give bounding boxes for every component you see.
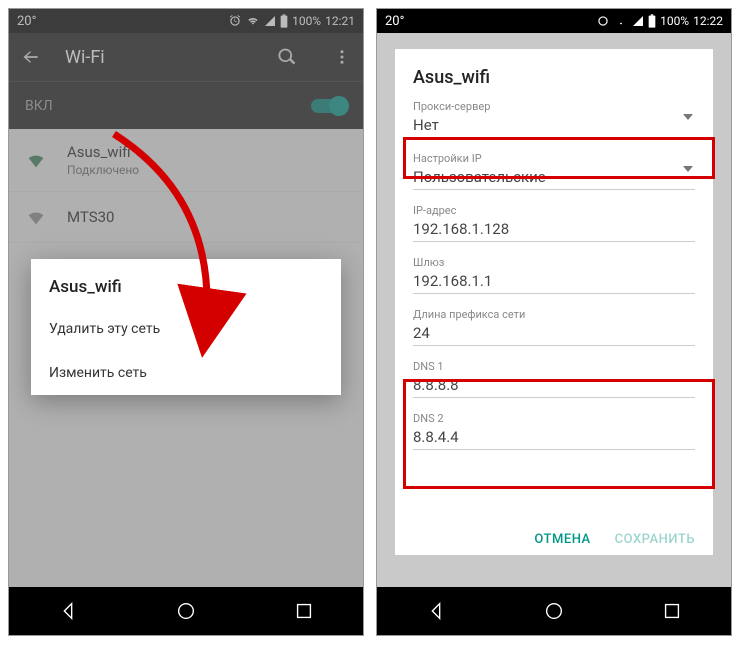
nav-back-icon[interactable] — [425, 600, 447, 622]
alarm-icon — [596, 14, 610, 28]
ip-label: IP-адрес — [413, 204, 695, 217]
nav-recent-icon[interactable] — [661, 600, 683, 622]
nav-recent-icon[interactable] — [293, 600, 315, 622]
ip-value: 192.168.1.128 — [413, 217, 695, 242]
gateway-value: 192.168.1.1 — [413, 269, 695, 294]
ip-address-field[interactable]: IP-адрес 192.168.1.128 — [413, 202, 695, 242]
battery-icon — [648, 14, 656, 28]
cancel-button[interactable]: ОТМЕНА — [534, 532, 590, 547]
proxy-label: Прокси-сервер — [413, 100, 695, 113]
phone-left: 20° 100% 12:21 Wi-Fi ВКЛ Asus_wifi Подкл… — [8, 8, 364, 636]
phone-right: 20° 100% 12:22 Asus_wifi Прокси-сервер Н… — [376, 8, 732, 636]
nav-home-icon[interactable] — [543, 600, 565, 622]
clock: 12:22 — [693, 14, 723, 28]
temperature: 20° — [385, 14, 404, 29]
dialog-actions: ОТМЕНА СОХРАНИТЬ — [534, 532, 695, 547]
highlight-dns — [403, 379, 715, 489]
prefix-field[interactable]: Длина префикса сети 24 — [413, 306, 695, 346]
wifi-icon — [614, 14, 628, 28]
dns1-label: DNS 1 — [413, 360, 695, 373]
nav-bar — [377, 587, 731, 635]
context-menu: Asus_wifi Удалить эту сеть Изменить сеть — [31, 259, 341, 395]
nav-bar — [9, 587, 363, 635]
gateway-label: Шлюз — [413, 256, 695, 269]
save-button[interactable]: СОХРАНИТЬ — [615, 532, 695, 547]
popup-title: Asus_wifi — [31, 259, 341, 307]
prefix-label: Длина префикса сети — [413, 308, 695, 321]
menu-modify-network[interactable]: Изменить сеть — [31, 351, 341, 395]
dialog-title: Asus_wifi — [413, 67, 695, 88]
gateway-field[interactable]: Шлюз 192.168.1.1 — [413, 254, 695, 294]
battery-percent: 100% — [660, 14, 689, 28]
menu-delete-network[interactable]: Удалить эту сеть — [31, 307, 341, 351]
prefix-value: 24 — [413, 321, 695, 346]
proxy-field[interactable]: Прокси-сервер Нет — [413, 98, 695, 138]
status-bar: 20° 100% 12:22 — [377, 9, 731, 33]
chevron-down-icon — [683, 114, 693, 120]
highlight-ip-settings — [403, 137, 715, 179]
nav-home-icon[interactable] — [175, 600, 197, 622]
proxy-value: Нет — [413, 113, 695, 138]
signal-icon — [632, 15, 644, 27]
nav-back-icon[interactable] — [57, 600, 79, 622]
